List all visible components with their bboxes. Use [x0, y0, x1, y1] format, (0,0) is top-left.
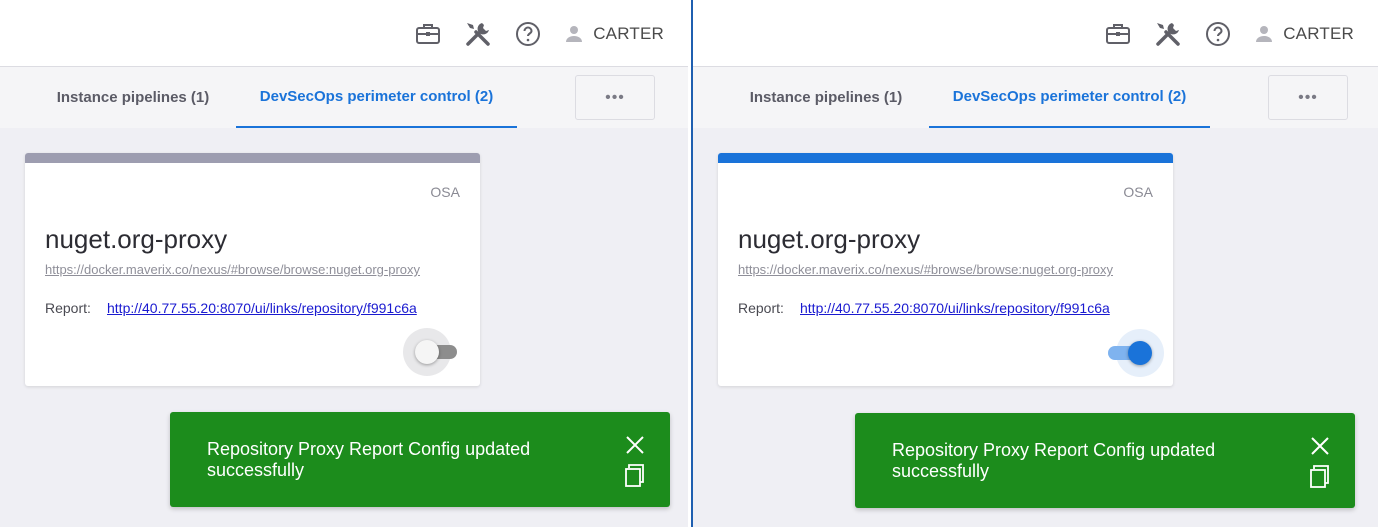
tab-bar: Instance pipelines (1) DevSecOps perimet… — [693, 67, 1378, 128]
user-menu[interactable]: CARTER — [565, 24, 664, 44]
briefcase-icon[interactable] — [403, 14, 453, 54]
repository-url-link[interactable]: https://docker.maverix.co/nexus/#browse/… — [738, 262, 1153, 277]
tab-devsecops-perimeter-control[interactable]: DevSecOps perimeter control (2) — [929, 67, 1210, 128]
copy-icon[interactable] — [1310, 465, 1330, 494]
report-label: Report: — [45, 300, 91, 316]
toast-message: Repository Proxy Report Config updated s… — [207, 439, 531, 480]
split-divider — [691, 0, 693, 527]
user-icon — [565, 25, 583, 43]
card-status-stripe — [25, 153, 480, 163]
toast-notification: Repository Proxy Report Config updated s… — [855, 413, 1355, 508]
user-menu[interactable]: CARTER — [1255, 24, 1354, 44]
tools-icon[interactable] — [1143, 14, 1193, 54]
help-icon[interactable] — [1193, 14, 1243, 54]
card-status-stripe — [718, 153, 1173, 163]
toast-notification: Repository Proxy Report Config updated s… — [170, 412, 670, 507]
close-icon[interactable] — [1310, 436, 1330, 461]
briefcase-icon[interactable] — [1093, 14, 1143, 54]
top-bar-actions: CARTER — [1093, 0, 1354, 67]
report-link[interactable]: http://40.77.55.20:8070/ui/links/reposit… — [800, 300, 1150, 316]
report-link[interactable]: http://40.77.55.20:8070/ui/links/reposit… — [107, 300, 457, 316]
toggle-switch[interactable] — [415, 340, 439, 364]
help-icon[interactable] — [503, 14, 553, 54]
panel-left: CARTER Instance pipelines (1) DevSecOps … — [0, 0, 688, 527]
copy-icon[interactable] — [625, 464, 645, 493]
tools-icon[interactable] — [453, 14, 503, 54]
more-button[interactable]: ••• — [1268, 75, 1348, 120]
repository-card: OSA nuget.org-proxy https://docker.maver… — [718, 153, 1173, 386]
tab-instance-pipelines[interactable]: Instance pipelines (1) — [723, 67, 929, 128]
user-icon — [1255, 25, 1273, 43]
repository-url-link[interactable]: https://docker.maverix.co/nexus/#browse/… — [45, 262, 460, 277]
report-label: Report: — [738, 300, 784, 316]
toggle-switch[interactable] — [1128, 341, 1152, 365]
username: CARTER — [593, 23, 664, 43]
username: CARTER — [1283, 23, 1354, 43]
repository-card: OSA nuget.org-proxy https://docker.maver… — [25, 153, 480, 386]
top-bar: CARTER — [0, 0, 688, 67]
close-icon[interactable] — [625, 435, 645, 460]
card-tag: OSA — [1123, 184, 1153, 200]
card-tag: OSA — [430, 184, 460, 200]
tab-instance-pipelines[interactable]: Instance pipelines (1) — [30, 67, 236, 128]
top-bar-actions: CARTER — [403, 0, 664, 67]
tab-bar: Instance pipelines (1) DevSecOps perimet… — [0, 67, 688, 128]
panel-right: CARTER Instance pipelines (1) DevSecOps … — [693, 0, 1378, 527]
card-title: nuget.org-proxy — [45, 224, 228, 254]
card-title: nuget.org-proxy — [738, 224, 921, 254]
tab-devsecops-perimeter-control[interactable]: DevSecOps perimeter control (2) — [236, 67, 517, 128]
more-button[interactable]: ••• — [575, 75, 655, 120]
toast-message: Repository Proxy Report Config updated s… — [892, 440, 1216, 481]
top-bar: CARTER — [693, 0, 1378, 67]
